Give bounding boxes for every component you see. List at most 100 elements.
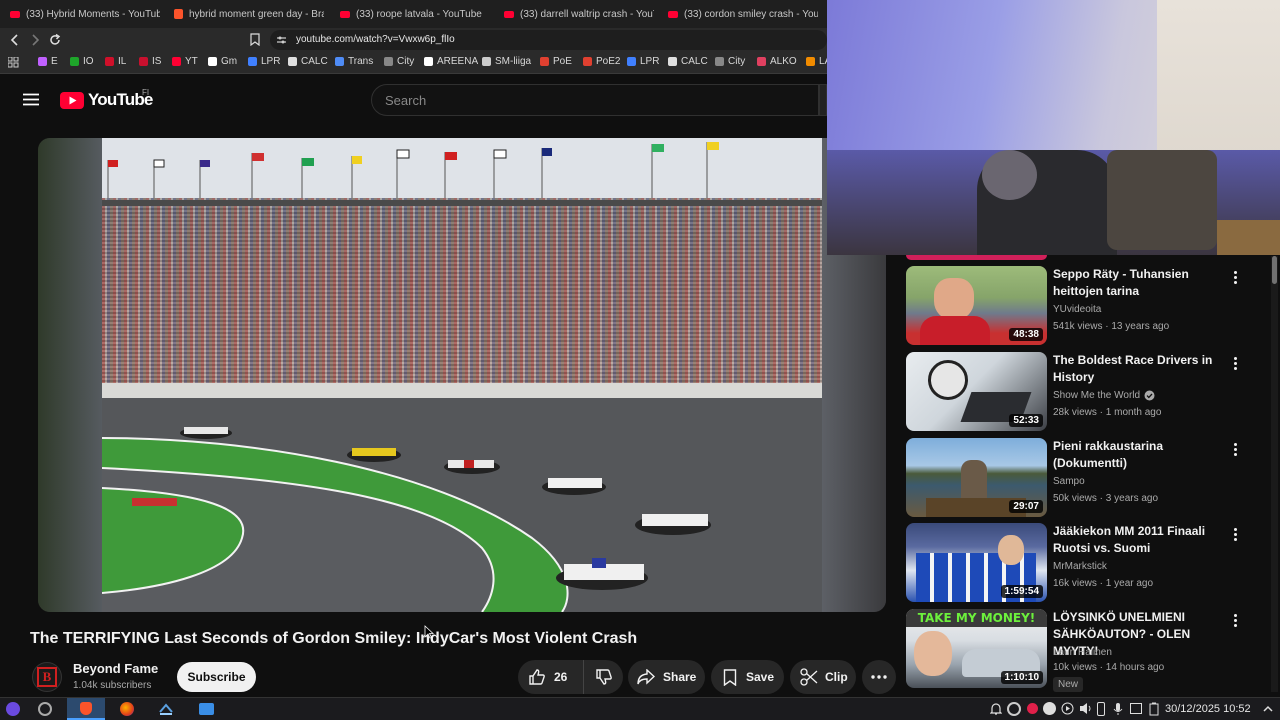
video-duration: 29:07: [1009, 500, 1043, 513]
scrollbar-thumb[interactable]: [1272, 256, 1277, 284]
youtube-icon: [504, 10, 514, 18]
channel-name[interactable]: MrMarkstick: [1053, 561, 1107, 572]
taskbar-brave-button[interactable]: [67, 698, 105, 720]
browser-tab[interactable]: (33) cordon smiley crash - YouTu: [668, 4, 818, 24]
share-button[interactable]: Share: [628, 660, 705, 694]
channel-name[interactable]: Show Me the World: [1053, 390, 1140, 401]
app-launcher-icon[interactable]: [6, 702, 20, 716]
bookmark-item[interactable]: CALC: [288, 56, 328, 67]
recommendation-item[interactable]: 52:33 The Boldest Race Drivers in Histor…: [906, 352, 1266, 432]
youtube-logo-icon: [60, 91, 84, 109]
more-actions-button[interactable]: [862, 660, 896, 694]
video-duration: 48:38: [1009, 328, 1043, 341]
recommendation-item[interactable]: 1:59:54 Jääkiekon MM 2011 Finaali Ruotsi…: [906, 523, 1266, 603]
bookmark-favicon-icon: [806, 57, 815, 66]
bookmark-item[interactable]: Gm: [208, 56, 237, 67]
bookmark-item[interactable]: Trans: [335, 56, 373, 67]
system-monitor-icon[interactable]: [38, 702, 52, 716]
forward-icon[interactable]: [29, 34, 41, 46]
bookmark-item[interactable]: IS: [139, 56, 161, 67]
video-title[interactable]: The Boldest Race Drivers in History: [1053, 352, 1228, 386]
video-thumbnail[interactable]: TAKE MY MONEY! 1:10:10: [906, 609, 1047, 688]
more-options-icon[interactable]: [1230, 527, 1240, 543]
battery-icon[interactable]: [1148, 702, 1160, 716]
bookmark-item[interactable]: LPR: [248, 56, 280, 67]
recommendation-item[interactable]: 29:07 Pieni rakkaustarina (Dokumentti) S…: [906, 438, 1266, 518]
browser-tab[interactable]: hybrid moment green day - Bra: [174, 4, 324, 24]
channel-avatar[interactable]: B: [32, 662, 62, 692]
show-desktop-icon[interactable]: [1262, 703, 1274, 715]
bookmark-item[interactable]: SM-liiga: [482, 56, 531, 67]
channel-name[interactable]: YUvideoita: [1053, 304, 1101, 315]
steam-tray-icon[interactable]: [1007, 702, 1021, 716]
video-thumbnail[interactable]: 52:33: [906, 352, 1047, 431]
youtube-icon: [340, 10, 350, 18]
bookmark-item[interactable]: PoE2: [583, 56, 620, 67]
video-meta: 10k views · 14 hours ago: [1053, 662, 1165, 673]
bookmark-item[interactable]: AREENA: [424, 56, 478, 67]
search-input[interactable]: Search: [371, 84, 819, 116]
menu-icon[interactable]: [23, 93, 39, 106]
bookmark-item[interactable]: LPR: [627, 56, 659, 67]
bookmark-item[interactable]: IL: [105, 56, 126, 67]
save-button[interactable]: Save: [711, 660, 784, 694]
video-player[interactable]: [38, 138, 886, 612]
media-play-icon[interactable]: [1061, 702, 1074, 715]
channel-name[interactable]: Sampo: [1053, 476, 1085, 487]
like-button[interactable]: 26: [518, 660, 584, 694]
video-title[interactable]: Jääkiekon MM 2011 Finaali Ruotsi vs. Suo…: [1053, 523, 1228, 557]
address-bar[interactable]: youtube.com/watch?v=Vwxw6p_flIo: [270, 30, 827, 50]
previous-thumbnail-edge: [906, 255, 1047, 260]
bookmark-page-icon[interactable]: [250, 33, 260, 46]
brave-icon: [174, 9, 183, 19]
video-thumbnail[interactable]: 48:38: [906, 266, 1047, 345]
bookmark-item[interactable]: City: [384, 56, 414, 67]
bookmark-favicon-icon: [482, 57, 491, 66]
subscribe-button[interactable]: Subscribe: [177, 662, 256, 692]
more-options-icon[interactable]: [1230, 442, 1240, 458]
recommendation-item[interactable]: 48:38 Seppo Räty - Tuhansien heittojen t…: [906, 266, 1266, 346]
more-options-icon[interactable]: [1230, 613, 1240, 629]
browser-tab[interactable]: (33) Hybrid Moments - YouTube: [10, 4, 160, 24]
reload-icon[interactable]: [48, 33, 62, 47]
volume-icon[interactable]: [1079, 702, 1093, 715]
video-title[interactable]: Seppo Räty - Tuhansien heittojen tarina: [1053, 266, 1228, 300]
notifications-icon[interactable]: [990, 702, 1002, 716]
site-settings-icon[interactable]: [276, 35, 287, 45]
record-icon[interactable]: [1027, 703, 1038, 714]
bookmark-label: Gm: [221, 56, 238, 67]
clip-button[interactable]: Clip: [790, 660, 856, 694]
firefox-icon[interactable]: [120, 702, 134, 716]
clipboard-icon[interactable]: [1097, 702, 1105, 716]
bookmark-item[interactable]: E: [38, 56, 58, 67]
video-thumbnail[interactable]: 1:59:54: [906, 523, 1047, 602]
dislike-button[interactable]: [584, 660, 623, 694]
bookmark-item[interactable]: PoE: [540, 56, 572, 67]
bookmark-item[interactable]: YT: [172, 56, 198, 67]
bookmark-item[interactable]: CALC: [668, 56, 708, 67]
bookmark-item[interactable]: ALKO: [757, 56, 797, 67]
search-button[interactable]: [819, 84, 827, 116]
recommendation-item[interactable]: TAKE MY MONEY! 1:10:10 LÖYSINKÖ UNELMIEN…: [906, 609, 1266, 694]
channel-name[interactable]: Lauri Halinen: [1053, 647, 1112, 658]
more-options-icon[interactable]: [1230, 270, 1240, 286]
bookmark-favicon-icon: [288, 57, 297, 66]
steam-icon[interactable]: [158, 702, 174, 716]
video-title[interactable]: Pieni rakkaustarina (Dokumentti): [1053, 438, 1228, 472]
app-tray-icon[interactable]: [1043, 702, 1056, 715]
bookmark-item[interactable]: IO: [70, 56, 94, 67]
back-icon[interactable]: [9, 34, 21, 46]
apps-grid-icon[interactable]: [8, 57, 19, 68]
browser-tab[interactable]: (33) darrell waltrip crash - YouTu: [504, 4, 654, 24]
youtube-logo[interactable]: YouTube: [60, 90, 153, 110]
bookmark-item[interactable]: City: [715, 56, 745, 67]
tab-title: (33) cordon smiley crash - YouTu: [684, 8, 818, 20]
microphone-icon[interactable]: [1113, 702, 1123, 716]
video-thumbnail[interactable]: 29:07: [906, 438, 1047, 517]
sidebar-scrollbar[interactable]: [1271, 256, 1278, 692]
channel-name[interactable]: Beyond Fame: [73, 661, 158, 676]
browser-tab[interactable]: (33) roope latvala - YouTube: [340, 4, 490, 24]
display-icon[interactable]: [1130, 703, 1142, 714]
file-manager-icon[interactable]: [199, 703, 214, 715]
more-options-icon[interactable]: [1230, 356, 1240, 372]
